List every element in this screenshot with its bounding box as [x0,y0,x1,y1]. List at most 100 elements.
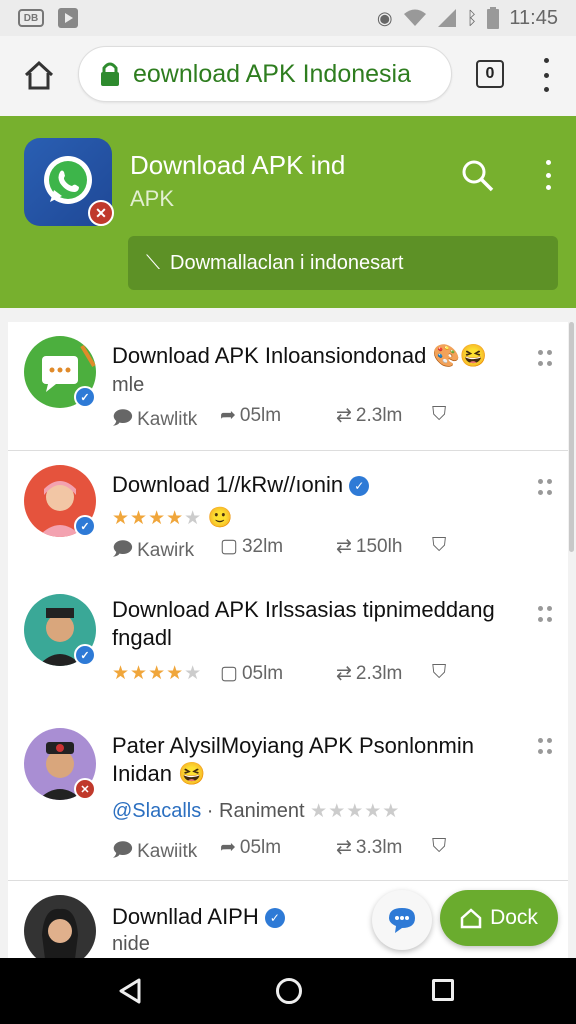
battery-icon [487,7,500,29]
wifi-icon [403,9,426,26]
scrollbar[interactable] [569,322,574,552]
more-options-icon[interactable] [538,606,552,624]
verified-badge-icon: ✓ [74,515,96,537]
share-icon: ➦ [220,837,236,858]
chat-fab[interactable] [372,890,432,950]
verified-icon: ✓ [349,476,370,497]
star-rating: ★★★★★ [112,508,203,529]
tabs-button[interactable]: 0 [476,60,504,88]
post-title: Downllad AIPH [112,904,259,929]
avatar [24,895,96,958]
search-icon[interactable] [460,158,496,194]
comment-action[interactable]: 🗩 Kawirk [112,535,194,567]
comment-action[interactable]: 🗩 Kawiitk [112,836,197,868]
system-nav-bar [0,958,576,1024]
author-name: Raniment [219,800,305,822]
error-badge-icon: ✕ [74,778,96,800]
app-subtitle: APK [130,186,175,211]
share-icon: ➦ [220,405,236,426]
download-icon: ⟍ [146,251,160,274]
bookmark-icon: ⛉ [432,836,447,857]
post-actions: 🗩 Kawirk ▢ 32lm ⇄ 150lh ⛉ [112,535,552,565]
repost-icon: ⇄ [336,405,352,426]
lock-icon [101,62,119,86]
status-bar: DB ◉ ᛒ 11:45 [0,0,576,36]
play-store-icon [58,8,78,28]
author-handle[interactable]: @Slacalls [112,800,201,822]
repost-count: 2.3lm [355,404,403,426]
list-item[interactable]: ✓ Download APK Irlssasias tipnimeddang f… [8,578,568,710]
repost-count: 3.3lm [355,836,403,858]
post-title: Download 1//kRw//ıonin [112,472,344,497]
chat-bubble-icon [389,908,415,933]
home-outline-icon [460,908,482,929]
verified-badge-icon: ✓ [74,644,96,666]
dock-button[interactable]: Dock [440,890,558,946]
repost-action[interactable]: ⇄ 3.3lm [336,836,402,859]
app-header: ✕ Download APK ind APK ⟍ Dowmallaclan i … [0,116,576,308]
comment-label: Kawiitk [137,841,198,862]
bookmark-icon: ⛉ [432,535,447,556]
more-options-icon[interactable] [538,350,552,368]
comment-label: Kawirk [137,540,195,561]
post-title: Download APK Inloansiondonad [112,343,427,368]
bookmark-icon: ⛉ [432,662,447,683]
banner-text: Dowmallaclan i indonesart [170,251,404,274]
comment-icon: 🗩 [112,408,134,429]
bluetooth-icon: ᛒ [466,7,478,28]
repost-action[interactable]: ⇄ 2.3lm [336,662,402,685]
error-badge-icon: ✕ [88,200,114,226]
list-item[interactable]: ✕ Pater AlysilMoyiang APK Psonlonmin Ini… [8,710,568,878]
header-menu-icon[interactable] [538,160,558,190]
repost-count: 2.3lm [355,662,403,684]
post-title: Pater AlysilMoyiang APK Psonlonmin Inida… [112,733,474,786]
star-rating: ★★★★★ [112,663,203,684]
reply-action[interactable]: ▢ 05lm [220,662,283,685]
clock: 11:45 [509,6,558,29]
post-actions: 🗩 Kawlitk ➦ 05lm ⇄ 2.3lm ⛉ [112,404,552,434]
more-options-icon[interactable] [538,479,552,497]
share-count: 05lm [239,404,282,426]
feed-list: ✓ Download APK Inloansiondonad 🎨😆 mle 🗩 K… [8,322,568,958]
repost-action[interactable]: ⇄ 2.3lm [336,404,402,427]
emoji-icon: 🎨😆 [432,343,488,368]
recents-icon[interactable] [432,979,454,1001]
sim-icon: DB [18,9,44,27]
home-icon[interactable] [22,58,56,92]
list-item[interactable]: ✓ Download APK Inloansiondonad 🎨😆 mle 🗩 K… [8,322,568,450]
post-actions: 🗩 Kawiitk ➦ 05lm ⇄ 3.3lm ⛉ [112,836,552,866]
bookmark-action[interactable]: ⛉ [432,535,446,557]
home-circle-icon[interactable] [276,978,302,1004]
bookmark-action[interactable]: ⛉ [432,836,446,858]
share-action[interactable]: ➦ 05lm [220,836,281,859]
vibrate-icon: ◉ [376,7,393,28]
app-title: Download APK ind [130,150,346,180]
back-icon[interactable] [118,978,142,1004]
emoji-icon: 😆 [178,761,206,786]
repost-action[interactable]: ⇄ 150lh [336,535,402,558]
list-item[interactable]: ✓ Download 1//kRw//ıonin ✓ ★★★★★ 🙂 🗩 Kawi… [8,450,568,578]
bookmark-action[interactable]: ⛉ [432,662,446,684]
download-banner[interactable]: ⟍ Dowmallaclan i indonesart [128,236,558,290]
reply-action[interactable]: ▢ 32lm [220,535,283,558]
signal-icon [437,9,456,27]
browser-menu-icon[interactable] [536,58,556,92]
browser-toolbar: eownload APK Indonesia 0 [0,36,576,152]
mini-avatar-icon: 🙂 [207,507,233,529]
comment-label: Kawlitk [137,409,198,430]
share-action[interactable]: ➦ 05lm [220,404,281,427]
share-count: 05lm [239,836,282,858]
comment-icon: 🗩 [112,840,134,861]
more-options-icon[interactable] [538,738,552,756]
verified-icon: ✓ [264,908,285,929]
dock-label: Dock [490,906,538,929]
comment-action[interactable]: 🗩 Kawlitk [112,404,197,436]
url-bar[interactable]: eownload APK Indonesia [78,46,452,102]
post-subtitle: nide [112,933,150,955]
star-rating: ★★★★★ [310,801,401,822]
bookmark-action[interactable]: ⛉ [432,404,446,426]
chat-icon: ▢ [220,536,238,557]
post-actions: ★★★★★ ▢ 05lm ⇄ 2.3lm ⛉ [112,662,552,692]
comment-icon: 🗩 [112,539,134,560]
reply-count: 05lm [241,662,284,684]
